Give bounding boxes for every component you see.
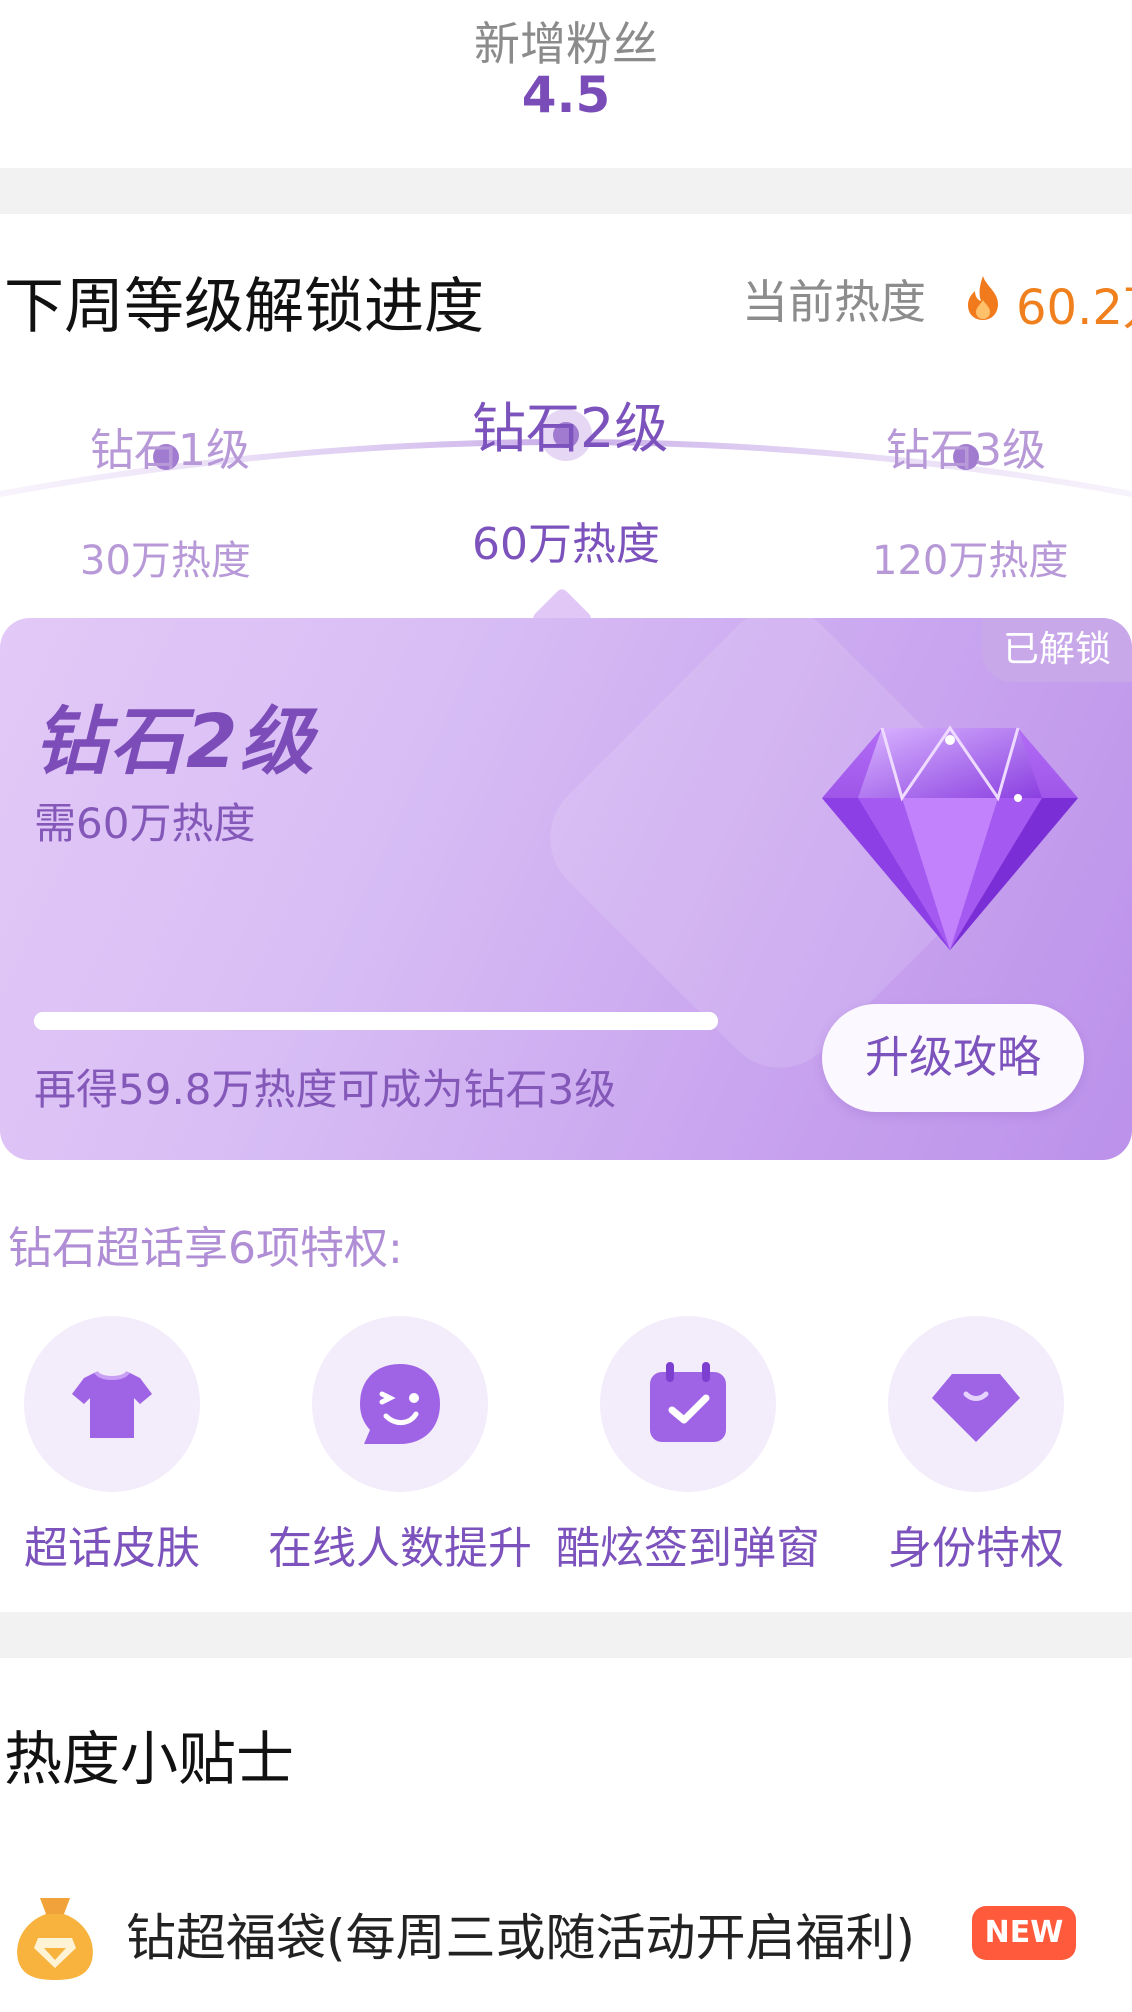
diamond-badge-icon — [932, 1374, 1020, 1442]
level-2-name[interactable]: 钻石2级 — [472, 384, 668, 463]
new-fans-value: 4.5 — [521, 66, 611, 124]
tip-item[interactable]: 钻超福袋(每周三或随活动开启福利) NEW — [0, 1880, 1132, 1980]
diamond-icon — [822, 725, 1078, 950]
level-1-heat: 30万热度 — [80, 538, 251, 584]
level-3-heat: 120万热度 — [872, 538, 1069, 584]
section-divider — [0, 1612, 1132, 1658]
current-heat-value: 60.2万 — [1016, 280, 1132, 336]
wink-chat-icon — [360, 1364, 440, 1444]
privilege-item-checkin[interactable]: 酷炫签到弹窗 — [538, 1316, 838, 1576]
privilege-item-identity[interactable]: 身份特权 — [826, 1316, 1126, 1576]
section-title: 下周等级解锁进度 — [4, 272, 484, 342]
privilege-icon-bg — [312, 1316, 488, 1492]
lucky-bag-icon — [17, 1898, 93, 1980]
level-1-name[interactable]: 钻石1级 — [90, 414, 250, 478]
unlocked-badge: 已解锁 — [982, 618, 1132, 682]
privilege-label: 身份特权 — [888, 1523, 1064, 1574]
privilege-icon-bg — [600, 1316, 776, 1492]
level-progress-fill — [34, 1012, 718, 1030]
tshirt-icon — [72, 1370, 152, 1438]
level-2-heat: 60万热度 — [472, 519, 660, 570]
privilege-icon-bg — [888, 1316, 1064, 1492]
upgrade-strategy-button[interactable]: 升级攻略 — [822, 1004, 1084, 1112]
page: 新增粉丝 4.5 下周等级解锁进度 当前热度 60.2万 钻石1级 钻石2级 — [0, 0, 1132, 2012]
next-level-tip: 再得59.8万热度可成为钻石3级 — [34, 1065, 617, 1114]
privilege-item-online[interactable]: 在线人数提升 — [250, 1316, 550, 1576]
level-card: 已解锁 钻石2级 需60万热度 再得59.8万热度可成为钻石3级 升级攻略 — [0, 618, 1132, 1160]
privilege-icon-bg — [24, 1316, 200, 1492]
privilege-label: 酷炫签到弹窗 — [556, 1523, 820, 1574]
privileges-title: 钻石超话享6项特权: — [8, 1223, 403, 1274]
privilege-item-skin[interactable]: 超话皮肤 — [0, 1316, 262, 1576]
calendar-check-icon — [650, 1362, 726, 1442]
section-divider — [0, 168, 1132, 214]
current-heat-label: 当前热度 — [742, 275, 926, 329]
new-fans-label: 新增粉丝 — [474, 17, 658, 71]
new-fans-stat: 新增粉丝 4.5 — [0, 0, 1132, 168]
flame-icon — [968, 276, 998, 320]
card-level-title: 钻石2级 — [34, 699, 316, 785]
level-3-name[interactable]: 钻石3级 — [886, 414, 1046, 478]
level-progress-bar — [34, 1012, 718, 1030]
privilege-label: 超话皮肤 — [24, 1523, 200, 1574]
new-badge: NEW — [972, 1906, 1076, 1960]
card-required-heat: 需60万热度 — [34, 799, 256, 848]
tips-title: 热度小贴士 — [4, 1725, 295, 1793]
tip-text: 钻超福袋(每周三或随活动开启福利) — [126, 1909, 916, 1967]
privilege-label: 在线人数提升 — [268, 1523, 532, 1574]
